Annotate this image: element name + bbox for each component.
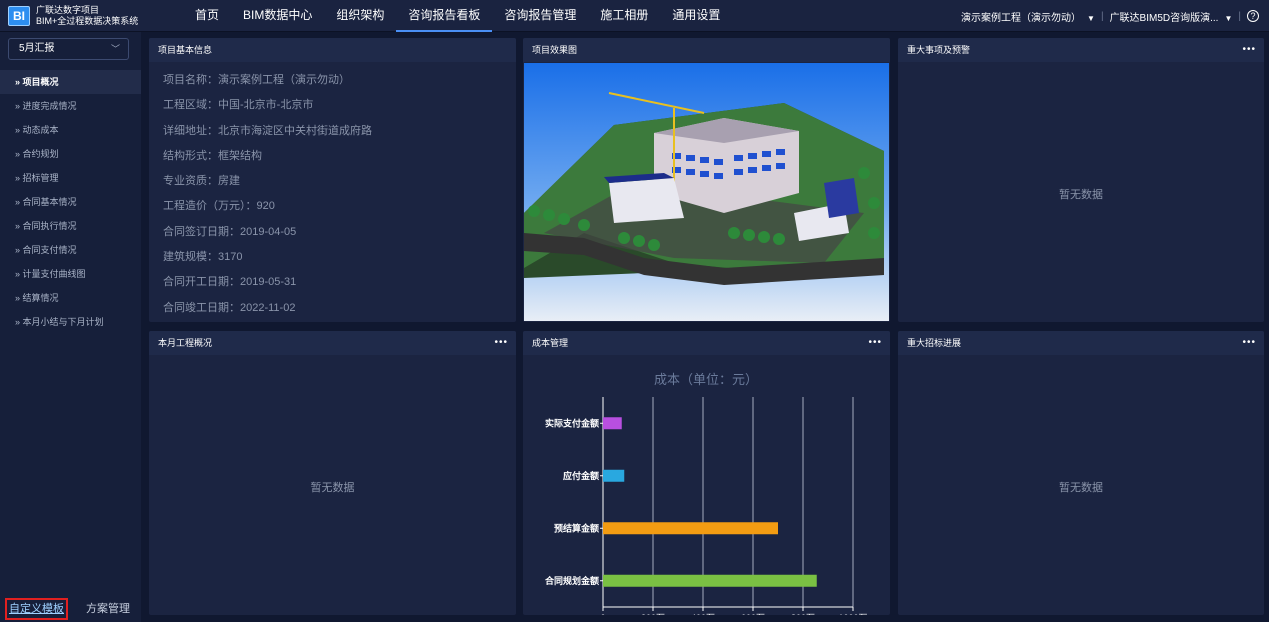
logo-mark: BI <box>8 6 30 26</box>
sidebar-item[interactable]: » 本月小结与下月计划 <box>0 310 141 334</box>
project-name: 演示案例工程（演示勿动） <box>961 12 1082 24</box>
nav-item[interactable]: 首页 <box>183 0 231 32</box>
main-nav: 首页 BIM数据中心 组织架构 咨询报告看板 咨询报告管理 施工相册 通用设置 <box>183 0 732 32</box>
warnings-panel: 重大事项及预警 ••• 暂无数据 <box>898 38 1264 322</box>
panel-title: 本月工程概况 <box>158 338 213 348</box>
more-icon[interactable]: ••• <box>1242 38 1256 62</box>
bar <box>603 469 625 482</box>
monthly-overview-panel: 本月工程概况 ••• 暂无数据 <box>149 331 516 615</box>
nav-item[interactable]: 咨询报告看板 <box>396 0 493 32</box>
x-tick-label: 0 <box>600 613 605 615</box>
nav-item[interactable]: 通用设置 <box>660 0 732 32</box>
divider: | <box>1100 10 1104 22</box>
account-selector[interactable]: 广联达BIM5D咨询版演... ▼ <box>1110 9 1233 24</box>
nav-item[interactable]: 施工相册 <box>588 0 660 32</box>
more-icon[interactable]: ••• <box>1242 331 1256 355</box>
render-panel: 项目效果图 <box>523 38 890 322</box>
project-render-image[interactable] <box>524 63 889 321</box>
app-logo[interactable]: BI 广联达数字项目 BIM+全过程数据决策系统 <box>8 5 138 27</box>
nav-item[interactable]: 咨询报告管理 <box>492 0 588 32</box>
info-row: 合同竣工日期：2022-11-02 <box>163 301 296 314</box>
info-row: 工程区域：中国-北京市-北京市 <box>163 99 314 112</box>
sidebar-item[interactable]: » 合同支付情况 <box>0 238 141 262</box>
info-row: 详细地址：北京市海淀区中关村街道成府路 <box>163 124 372 137</box>
logo-line1: 广联达数字项目 <box>36 5 100 15</box>
nav-item[interactable]: BIM数据中心 <box>231 0 324 32</box>
sidebar-item[interactable]: » 合同基本情况 <box>0 190 141 214</box>
chevron-down-icon: ▼ <box>1087 13 1095 23</box>
sidebar-menu: » 项目概况» 进度完成情况» 动态成本» 合约规划» 招标管理» 合同基本情况… <box>0 70 141 334</box>
x-tick-label: 400万 <box>691 613 715 615</box>
category-label: 合同规划金额 <box>545 575 599 586</box>
empty-state: 暂无数据 <box>1059 189 1103 201</box>
info-row: 合同签订日期：2019-04-05 <box>163 225 297 238</box>
account-name: 广联达BIM5D咨询版演... <box>1109 12 1219 24</box>
sidebar: 5月汇报 ﹀ » 项目概况» 进度完成情况» 动态成本» 合约规划» 招标管理»… <box>0 32 141 622</box>
cost-chart: 成本（单位：元） 0 200万 400万 600万 800万 1000万 合同规划金额 预结算金… <box>545 372 868 615</box>
info-row: 建筑规模：3170 <box>163 251 243 264</box>
panel-title: 项目效果图 <box>523 38 890 62</box>
more-icon[interactable]: ••• <box>868 331 882 355</box>
panel-header: 成本管理 ••• <box>523 331 890 355</box>
sidebar-item[interactable]: » 招标管理 <box>0 166 141 190</box>
sidebar-item[interactable]: » 合约规划 <box>0 142 141 166</box>
divider: | <box>1238 10 1241 22</box>
sidebar-item[interactable]: » 进度完成情况 <box>0 94 141 118</box>
panel-title: 重大事项及预警 <box>907 45 971 55</box>
sidebar-item[interactable]: » 结算情况 <box>0 286 141 310</box>
plan-manage-button[interactable]: 方案管理 <box>86 600 130 616</box>
info-row: 项目名称：演示案例工程（演示勿动） <box>163 74 350 86</box>
bar <box>603 574 817 587</box>
x-tick-label: 1000万 <box>838 613 867 615</box>
category-label: 实际支付金额 <box>545 417 599 428</box>
category-label: 预结算金额 <box>554 522 599 533</box>
chevron-down-icon: ▼ <box>1224 13 1233 23</box>
header-right: 演示案例工程（演示勿动） ▼ | 广联达BIM5D咨询版演... ▼ | ? <box>961 0 1259 32</box>
sidebar-item[interactable]: » 计量支付曲线图 <box>0 262 141 286</box>
info-row: 专业资质：房建 <box>163 175 240 188</box>
bar <box>603 522 778 535</box>
logo-text: 广联达数字项目 BIM+全过程数据决策系统 <box>36 5 138 27</box>
basic-info-panel: 项目基本信息 项目名称：演示案例工程（演示勿动） 工程区域：中国-北京市-北京市详… <box>149 38 516 322</box>
sidebar-footer: 自定义模板 方案管理 <box>0 596 141 622</box>
panel-title: 项目基本信息 <box>149 38 516 62</box>
cost-panel: 成本管理 ••• 成本（单位：元） 0 200万 400万 600万 800万 1000万 合同… <box>523 331 890 615</box>
panel-header: 本月工程概况 ••• <box>149 331 516 355</box>
info-row: 合同开工日期：2019-05-31 <box>163 276 297 289</box>
panel-header: 重大招标进展 ••• <box>898 331 1264 355</box>
bar <box>603 417 622 430</box>
panel-title: 成本管理 <box>532 338 569 348</box>
sidebar-item[interactable]: » 合同执行情况 <box>0 214 141 238</box>
chart-title: 成本（单位：元） <box>654 372 758 387</box>
panel-header: 重大事项及预警 ••• <box>898 38 1264 62</box>
period-select[interactable]: 5月汇报 ﹀ <box>8 38 129 60</box>
info-row: 工程造价（万元）：920 <box>163 200 275 213</box>
help-icon[interactable]: ? <box>1247 10 1259 22</box>
period-select-value: 5月汇报 <box>19 43 55 54</box>
logo-line2: BIM+全过程数据决策系统 <box>36 16 139 26</box>
basic-info-list: 项目名称：演示案例工程（演示勿动） 工程区域：中国-北京市-北京市详细地址：北京市… <box>149 62 516 321</box>
empty-state: 暂无数据 <box>1059 482 1103 494</box>
sidebar-item[interactable]: » 项目概况 <box>0 70 141 94</box>
project-selector[interactable]: 演示案例工程（演示勿动） ▼ <box>961 9 1095 24</box>
x-tick-label: 800万 <box>791 613 815 615</box>
x-tick-label: 600万 <box>741 613 765 615</box>
top-bar: BI 广联达数字项目 BIM+全过程数据决策系统 首页 BIM数据中心 组织架构 咨询… <box>0 0 1269 32</box>
info-row: 结构形式：框架结构 <box>163 149 262 162</box>
category-label: 应付金额 <box>563 470 599 481</box>
nav-item[interactable]: 组织架构 <box>324 0 396 32</box>
sidebar-item[interactable]: » 动态成本 <box>0 118 141 142</box>
more-icon[interactable]: ••• <box>494 331 508 355</box>
custom-template-button[interactable]: 自定义模板 <box>5 598 68 620</box>
bidding-panel: 重大招标进展 ••• 暂无数据 <box>898 331 1264 615</box>
x-tick-label: 200万 <box>641 613 665 615</box>
panel-title: 重大招标进展 <box>907 338 962 348</box>
empty-state: 暂无数据 <box>310 482 355 494</box>
chevron-down-icon: ﹀ <box>110 44 120 54</box>
